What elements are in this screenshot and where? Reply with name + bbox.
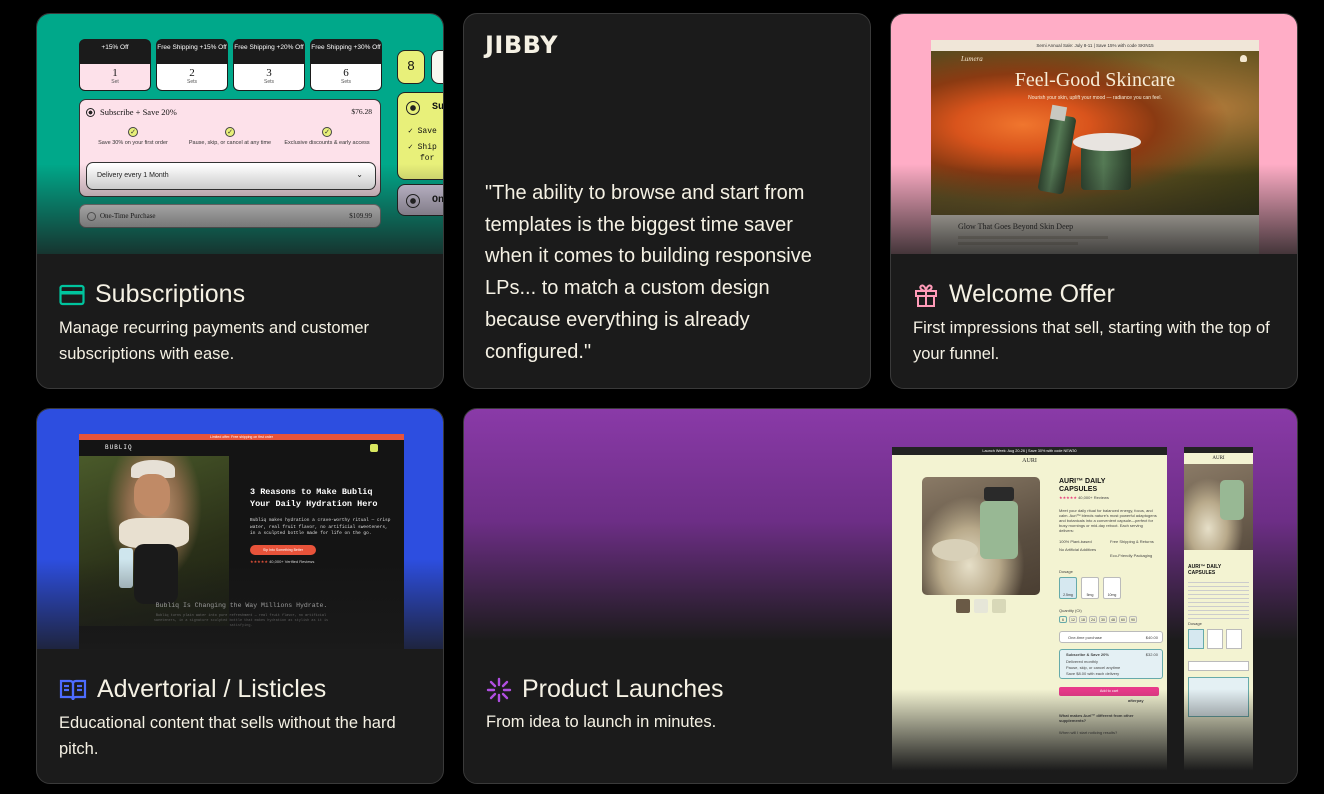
advertorial-preview: Limited offer: Free shipping on first or… bbox=[37, 409, 443, 649]
landing-page-mock: Semi Annual Sale: July 8-11 | Save 15% w… bbox=[931, 40, 1259, 254]
one-time-option[interactable]: One-Time Purchase $109.99 bbox=[79, 204, 381, 228]
check-icon: ✓ bbox=[128, 127, 138, 137]
product-photo bbox=[922, 477, 1040, 595]
testimonial-quote: "The ability to browse and start from te… bbox=[485, 182, 812, 363]
chevron-down-icon: ⌄ bbox=[356, 170, 363, 179]
tier-option[interactable]: +15% Off 1 Set bbox=[79, 39, 151, 91]
check-icon: ✓ bbox=[322, 127, 332, 137]
gift-icon bbox=[915, 284, 937, 307]
brand-logo: JIBBY bbox=[485, 31, 559, 59]
tier-option[interactable]: Free Shipping +15% Off 2 Sets bbox=[156, 39, 228, 91]
one-time-option[interactable]: One-time purchase $40.00 bbox=[1059, 631, 1163, 643]
subscriptions-card[interactable]: +15% Off 1 Set Free Shipping +15% Off 2 Se… bbox=[36, 13, 444, 389]
testimonial-card: JIBBY "The ability to browse and start f… bbox=[463, 13, 871, 389]
one-time-option-alt[interactable]: On bbox=[397, 184, 443, 216]
cta-button[interactable]: Sip Into Something Better bbox=[250, 545, 316, 555]
product-tube bbox=[1037, 113, 1077, 195]
hero-image: Lumera Feel-Good Skincare Nourish your s… bbox=[931, 51, 1259, 215]
product-launches-card[interactable]: Launch Week: Aug 20-26 | Save 30% with c… bbox=[463, 408, 1298, 784]
card-description: From idea to launch in minutes. bbox=[486, 713, 717, 731]
product-jar bbox=[1081, 146, 1131, 190]
card-description: First impressions that sell, starting wi… bbox=[913, 319, 1270, 363]
subscribe-option[interactable]: Subscribe + Save 20% $76.28 ✓ Save 30% on… bbox=[79, 99, 381, 197]
dosage-option[interactable]: 2.5mg bbox=[1059, 577, 1077, 599]
thumbnail[interactable] bbox=[992, 599, 1006, 613]
subscriptions-preview: +15% Off 1 Set Free Shipping +15% Off 2 Se… bbox=[37, 14, 443, 254]
tier-option[interactable]: Free Shipping +30% Off 6 Sets bbox=[310, 39, 382, 91]
bag-icon bbox=[1240, 55, 1247, 62]
quantity-options[interactable]: 6 12 18 24 30 48 60 90 bbox=[1059, 616, 1137, 623]
feature-item: ✓ Pause, skip, or cancel at any time bbox=[188, 127, 272, 146]
welcome-preview: Semi Annual Sale: July 8-11 | Save 15% w… bbox=[891, 14, 1297, 254]
thumbnail[interactable] bbox=[956, 599, 970, 613]
card-title: Advertorial / Listicles bbox=[59, 675, 326, 704]
dosage-option[interactable]: 5mg bbox=[1081, 577, 1099, 599]
check-icon: ✓ bbox=[225, 127, 235, 137]
thumbnail[interactable] bbox=[974, 599, 988, 613]
landing-page-mock: Limited offer: Free shipping on first or… bbox=[79, 434, 404, 649]
open-book-icon bbox=[59, 679, 87, 700]
stars-icon: ★★★★★ bbox=[250, 559, 268, 564]
tier-pill[interactable]: 8 bbox=[397, 50, 425, 84]
credit-card-icon bbox=[59, 284, 85, 305]
cart-icon bbox=[370, 444, 378, 452]
advertorial-card[interactable]: Limited offer: Free shipping on first or… bbox=[36, 408, 444, 784]
radio-icon bbox=[87, 212, 96, 221]
radio-selected-icon bbox=[86, 108, 95, 117]
card-description: Manage recurring payments and customer s… bbox=[59, 319, 369, 363]
card-title: Product Launches bbox=[486, 675, 724, 704]
card-title: Subscriptions bbox=[59, 280, 245, 309]
dosage-option[interactable]: 10mg bbox=[1103, 577, 1121, 599]
radio-icon bbox=[406, 194, 420, 208]
hero-photo bbox=[79, 456, 229, 626]
tier-option[interactable]: Free Shipping +20% Off 3 Sets bbox=[233, 39, 305, 91]
delivery-select[interactable]: Delivery every 1 Month ⌄ bbox=[86, 162, 376, 190]
feature-item: ✓ Exclusive discounts & early access bbox=[284, 127, 370, 146]
subscribe-option-alt[interactable]: Su ✓ Save ✓ Ship for bbox=[397, 92, 443, 180]
feature-item: ✓ Save 30% on your first order bbox=[98, 127, 168, 146]
radio-selected-icon bbox=[406, 101, 420, 115]
card-description: Educational content that sells without t… bbox=[59, 714, 396, 758]
product-photo bbox=[1184, 464, 1253, 550]
welcome-offer-card[interactable]: Semi Annual Sale: July 8-11 | Save 15% w… bbox=[890, 13, 1298, 389]
card-title: Welcome Offer bbox=[913, 280, 1115, 309]
stars-icon: ★★★★★ bbox=[1059, 495, 1077, 500]
subscribe-option[interactable]: Subscribe & Save 20% $32.00 Delivered mo… bbox=[1059, 649, 1163, 679]
sparkle-burst-icon bbox=[486, 677, 512, 702]
